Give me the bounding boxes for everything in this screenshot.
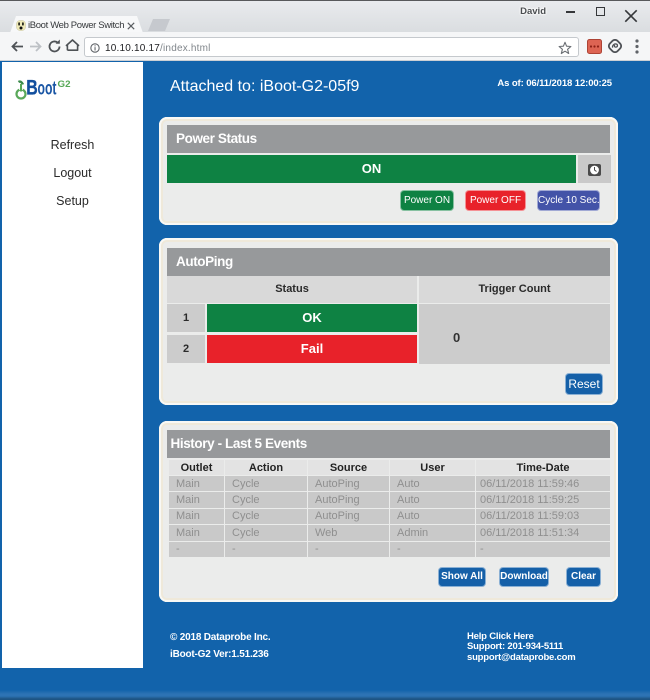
svg-text:G2: G2: [58, 79, 71, 90]
svg-text:B: B: [26, 78, 38, 100]
svg-text:oot: oot: [38, 79, 57, 100]
